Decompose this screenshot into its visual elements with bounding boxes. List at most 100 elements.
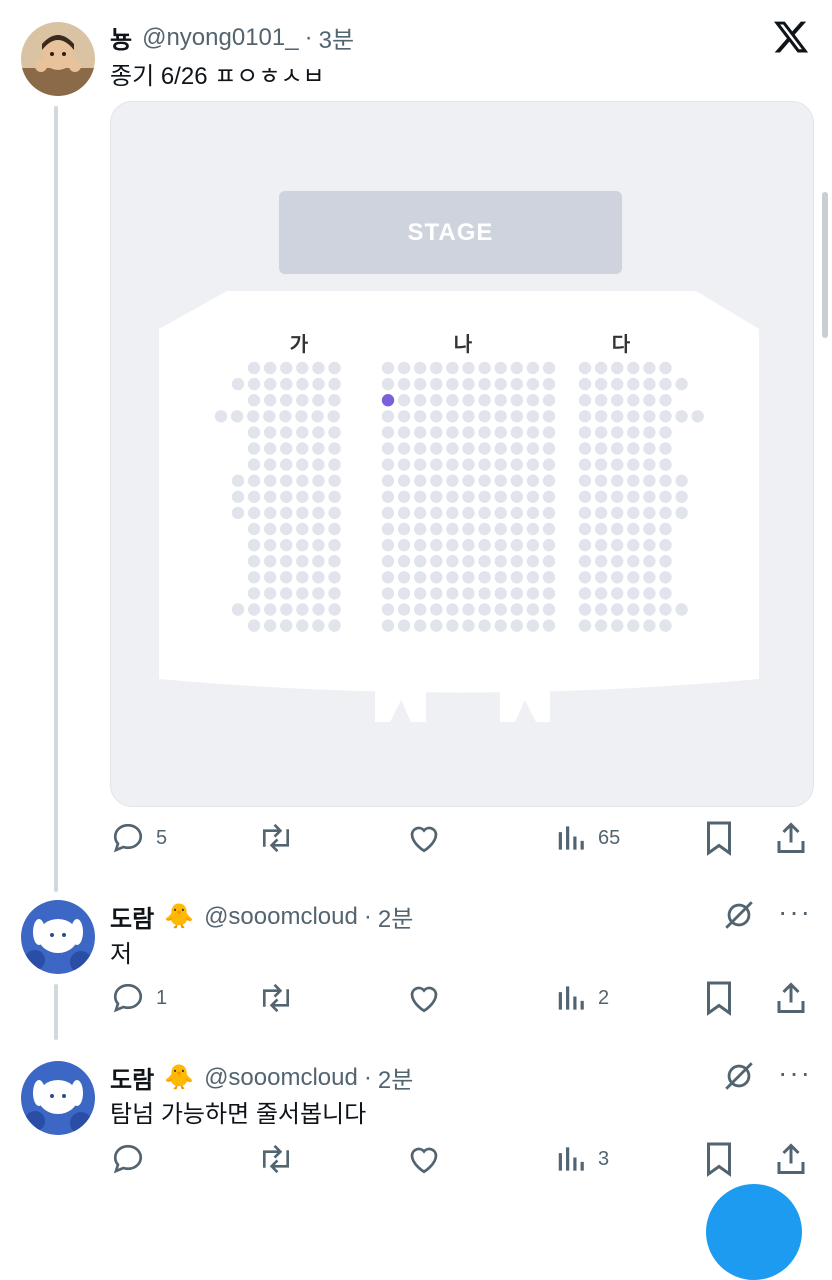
seat (247, 410, 260, 423)
grok-slash-icon[interactable] (722, 898, 756, 937)
reply-display-name[interactable]: 도람 (110, 899, 154, 934)
seat (494, 394, 507, 407)
seat (280, 377, 293, 391)
seat (397, 619, 411, 632)
timestamp[interactable]: 3분 (319, 20, 354, 55)
reply-display-name[interactable]: 도람 (110, 1060, 154, 1095)
seat (446, 361, 459, 375)
seat (263, 619, 277, 632)
seat (247, 538, 261, 552)
seat (296, 394, 309, 407)
seat (611, 458, 624, 471)
seat (414, 506, 427, 520)
seat (247, 619, 261, 632)
share-button[interactable] (774, 980, 808, 1016)
seat (397, 571, 411, 584)
reply-timestamp[interactable]: 2분 (378, 899, 413, 934)
avatar[interactable] (21, 22, 95, 96)
seat (397, 603, 411, 616)
seat (542, 490, 556, 503)
reply-timestamp[interactable]: 2분 (378, 1060, 413, 1095)
seat (478, 587, 491, 600)
reply-icon (113, 823, 143, 853)
seat (381, 538, 395, 552)
seat (478, 603, 491, 616)
seat (381, 361, 395, 375)
like-button[interactable] (405, 820, 443, 856)
seat (659, 506, 672, 520)
reply-handle[interactable]: @sooomcloud (204, 903, 358, 931)
seat (542, 587, 556, 600)
like-button[interactable] (405, 1141, 443, 1177)
compose-button[interactable] (706, 1184, 802, 1280)
chick-emoji: 🐥 (164, 1064, 195, 1091)
seat (478, 571, 491, 584)
seat (510, 458, 523, 471)
seat (312, 361, 325, 375)
seat (430, 377, 443, 391)
bookmark-button[interactable] (704, 820, 734, 856)
seat (627, 538, 640, 552)
grok-slash-icon[interactable] (722, 1059, 756, 1098)
seat (578, 587, 592, 600)
seat (675, 490, 688, 503)
seat (397, 458, 411, 471)
seat (430, 442, 443, 455)
seat (280, 619, 293, 632)
seat (494, 555, 507, 568)
retweet-button[interactable] (257, 820, 295, 856)
reply-handle[interactable]: @sooomcloud (204, 1064, 358, 1092)
display-name[interactable]: 뇽 (110, 20, 132, 55)
seat (594, 426, 608, 439)
seat (659, 394, 672, 407)
seat (478, 361, 491, 375)
section-label-ga: 가 (289, 334, 309, 356)
retweet-button[interactable] (257, 1141, 295, 1177)
reply-header: 도람 🐥 @sooomcloud · 2분 (110, 899, 413, 934)
share-button[interactable] (774, 820, 808, 856)
views-button[interactable]: 3 (556, 1141, 609, 1177)
seat (462, 538, 475, 552)
seat (328, 361, 341, 375)
seat (430, 571, 443, 584)
reply-header: 도람 🐥 @sooomcloud · 2분 (110, 1060, 413, 1095)
x-logo-icon[interactable] (772, 18, 810, 56)
views-button[interactable]: 65 (556, 820, 620, 856)
tweet-media-seat-map[interactable]: STAGE 가 나 다 (110, 101, 814, 807)
user-handle[interactable]: @nyong0101_ (142, 24, 299, 52)
seat (328, 522, 341, 536)
more-options-button[interactable]: ··· (778, 896, 812, 928)
seat (659, 490, 672, 503)
reply-button[interactable] (110, 1141, 156, 1177)
seat (397, 587, 411, 600)
seat (542, 474, 556, 487)
more-options-button[interactable]: ··· (778, 1057, 812, 1089)
seat (312, 587, 325, 600)
seat (296, 377, 309, 391)
seat (542, 377, 556, 391)
seat (414, 603, 427, 616)
seat (510, 555, 523, 568)
reply-avatar[interactable] (21, 1061, 95, 1135)
bookmark-button[interactable] (704, 980, 734, 1016)
reply-button[interactable]: 5 (110, 820, 167, 856)
scrollbar[interactable] (822, 192, 828, 338)
retweet-button[interactable] (257, 980, 295, 1016)
seat (675, 377, 688, 391)
bookmark-button[interactable] (704, 1141, 734, 1177)
seat (578, 377, 592, 391)
seat (542, 410, 556, 423)
reply-button[interactable]: 1 (110, 980, 167, 1016)
seat (659, 522, 672, 536)
seat (494, 410, 507, 423)
views-button[interactable]: 2 (556, 980, 609, 1016)
reply-avatar[interactable] (21, 900, 95, 974)
like-button[interactable] (405, 980, 443, 1016)
seat (446, 490, 459, 503)
seat (691, 410, 704, 423)
share-button[interactable] (774, 1141, 808, 1177)
seat (611, 619, 624, 632)
seat (446, 619, 459, 632)
seat (659, 474, 672, 487)
seat (510, 506, 523, 520)
